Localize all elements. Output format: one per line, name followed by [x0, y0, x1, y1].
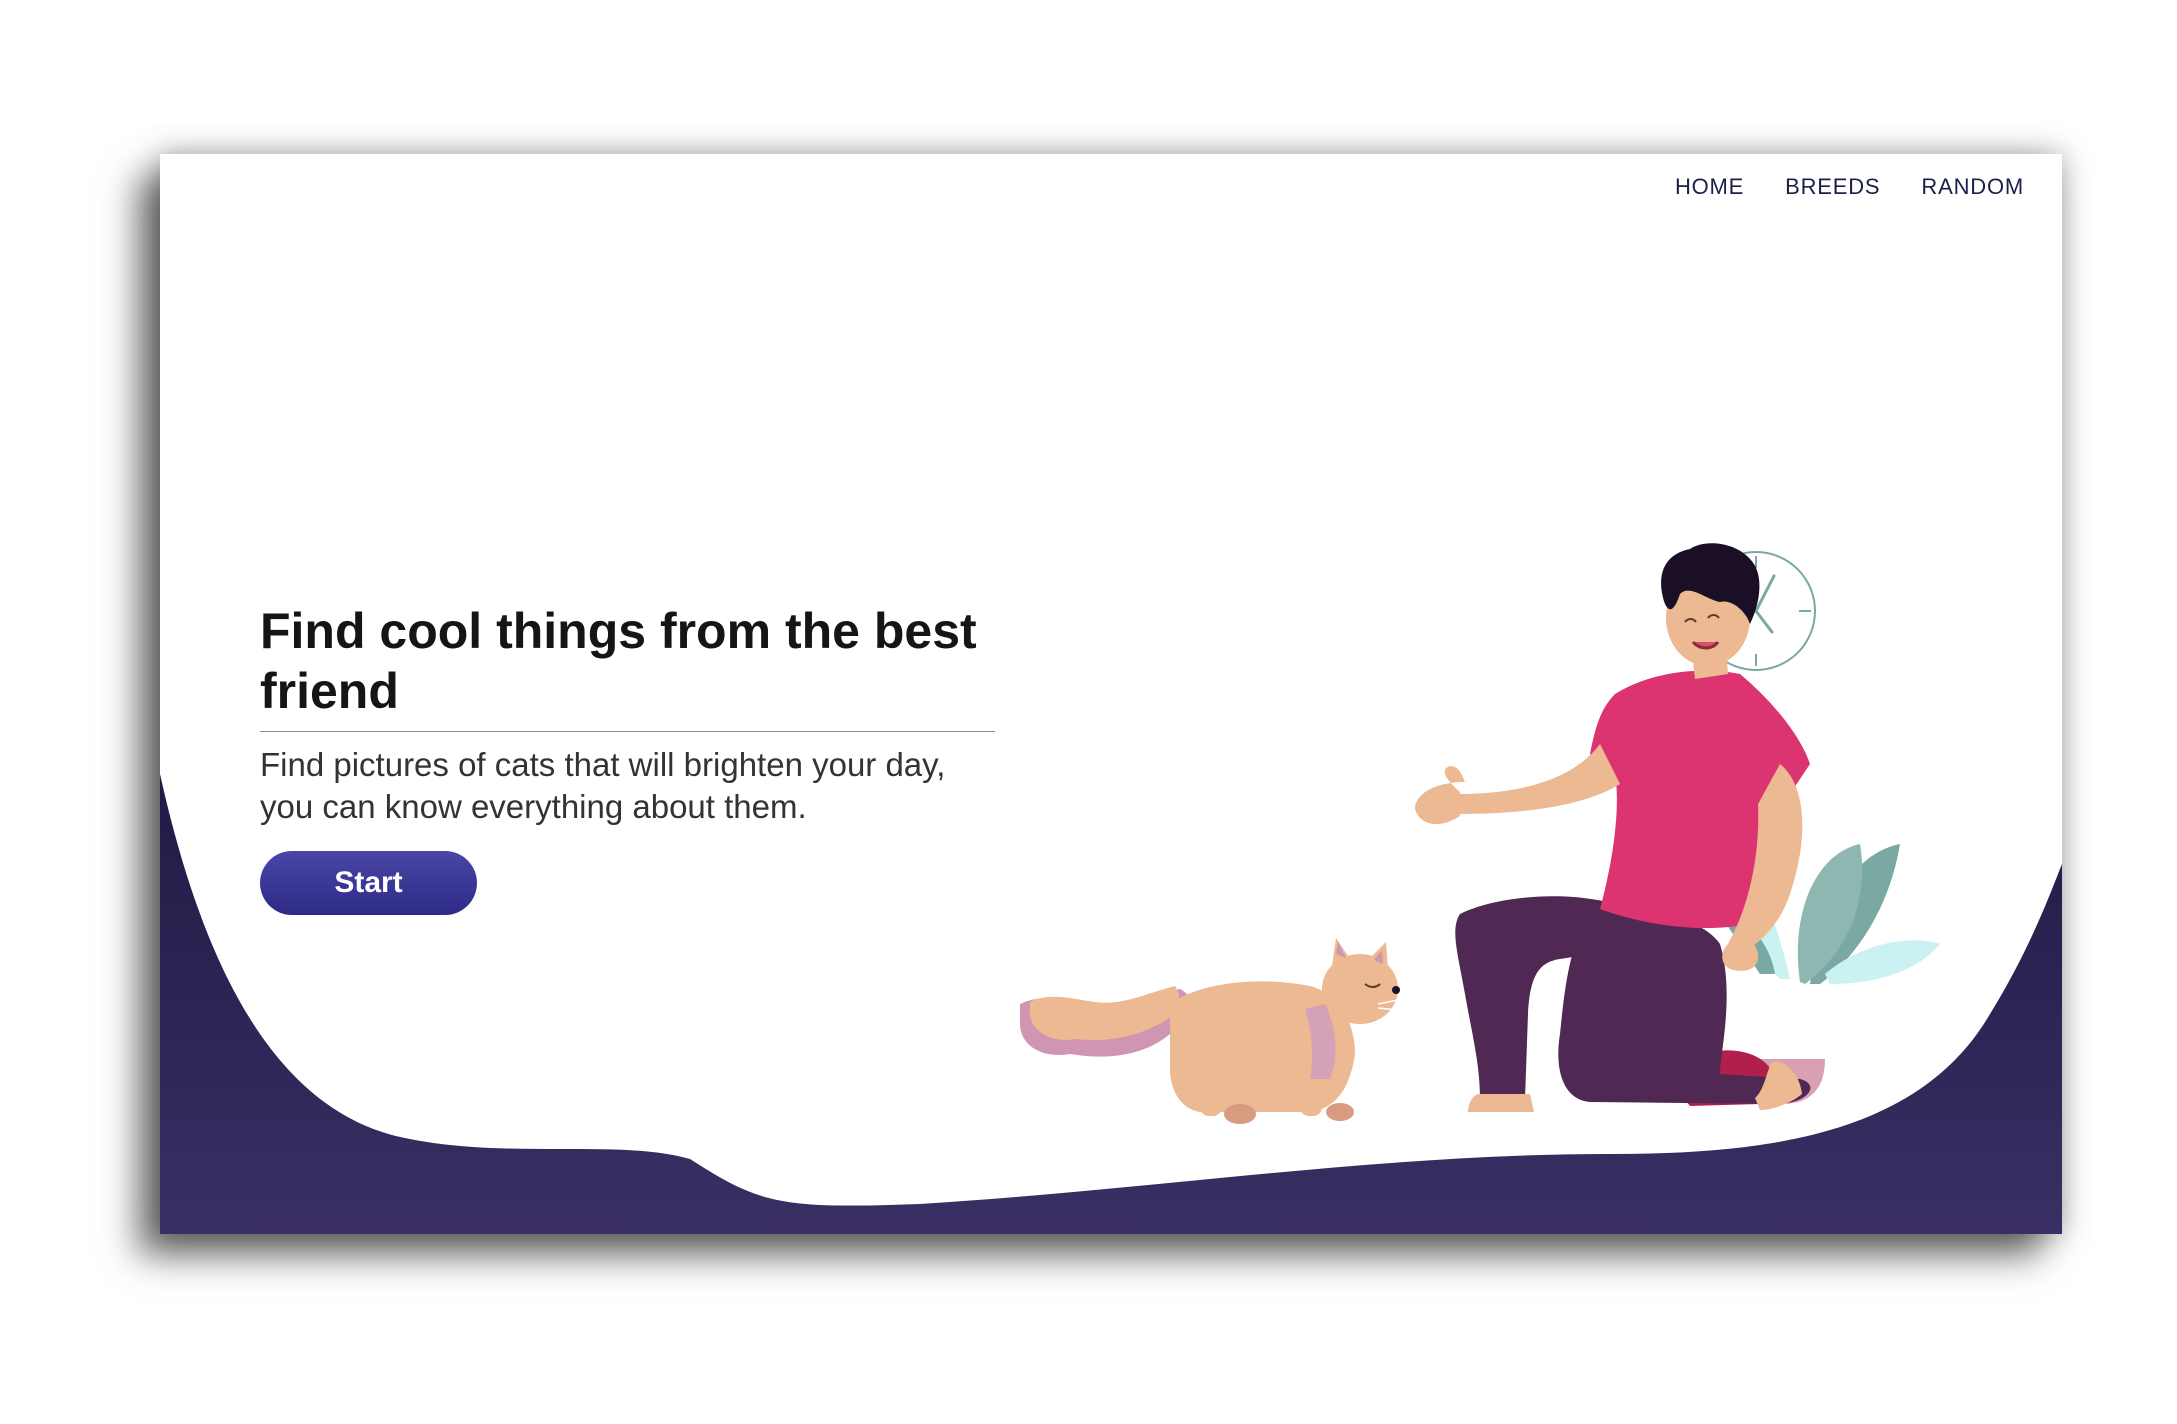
nav-home-link[interactable]: HOME [1675, 174, 1744, 200]
hero-subtitle: Find pictures of cats that will brighten… [260, 746, 946, 825]
hero-title: Find cool things from the best friend [260, 601, 995, 732]
nav-breeds-link[interactable]: BREEDS [1785, 174, 1880, 200]
nav-random-link[interactable]: RANDOM [1921, 174, 2024, 200]
landing-card: HOME BREEDS RANDOM Find cool things from… [160, 154, 2062, 1234]
hero-section: Find cool things from the best friend Fi… [260, 601, 995, 915]
top-nav: HOME BREEDS RANDOM [1675, 174, 2024, 200]
page: HOME BREEDS RANDOM Find cool things from… [0, 0, 2177, 1424]
start-button[interactable]: Start [260, 851, 477, 915]
